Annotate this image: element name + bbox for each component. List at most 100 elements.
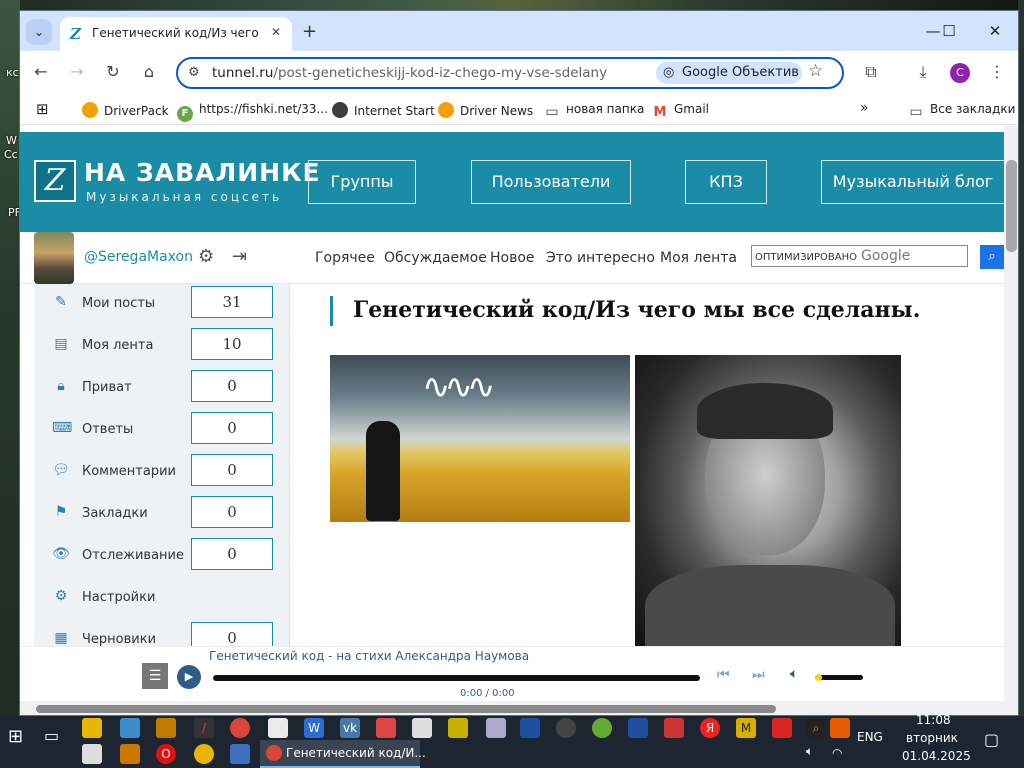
sidebar-item-count[interactable]: 0 (191, 496, 273, 528)
bookmark-driver-news[interactable]: Driver News (438, 102, 533, 118)
yandex-icon[interactable]: Я (700, 718, 720, 738)
profile-avatar[interactable]: C (950, 63, 970, 83)
post-image-portrait[interactable] (635, 355, 901, 647)
tab-active[interactable]: Z Генетический код/Из чего мы все сделан… (60, 17, 292, 51)
clock-time[interactable]: 11:08 (916, 713, 951, 727)
previous-track-icon[interactable]: ⏮ (717, 667, 730, 683)
next-track-icon[interactable]: ⏭ (752, 667, 765, 683)
app-icon[interactable] (628, 718, 648, 738)
google-lens-button[interactable]: ◎ Google Объектив (656, 62, 802, 84)
url-text[interactable]: tunnel.ru/post-geneticheskijj-kod-iz-che… (212, 65, 607, 81)
site-logo-icon[interactable]: Z (34, 160, 76, 202)
bookmark-driverpack[interactable]: DriverPack (82, 102, 169, 118)
logout-icon[interactable]: ⇥ (232, 246, 247, 267)
post-image-field-dna[interactable]: ∿∿∿ (330, 355, 630, 522)
task-view-icon[interactable]: ▭ (44, 726, 59, 745)
clock-date[interactable]: 01.04.2025 (902, 749, 971, 763)
windows-start-icon[interactable]: ⊞ (8, 726, 23, 747)
subnav-hot[interactable]: Горячее (315, 250, 375, 266)
downloads-icon[interactable]: ⤓ (912, 61, 934, 83)
sidebar-item-tracking[interactable]: 👁︎ Отслеживание 0 (34, 536, 290, 578)
desktop-icon-label-fragment[interactable]: Cc (4, 148, 18, 161)
app-icon[interactable] (82, 744, 102, 764)
bookmark-fishki[interactable]: Fhttps://fishki.net/33... (177, 102, 328, 122)
sidebar-item-bookmarks[interactable]: ⚑ Закладки 0 (34, 494, 290, 536)
subnav-interesting[interactable]: Это интересно (546, 250, 655, 266)
horizontal-scroll-thumb[interactable] (36, 705, 776, 713)
site-info-icon[interactable]: ⚙ (188, 65, 200, 80)
app-icon[interactable] (556, 718, 576, 738)
sidebar-item-comments[interactable]: 💬︎ Комментарии 0 (34, 452, 290, 494)
winrar-icon[interactable] (376, 718, 396, 738)
language-indicator[interactable]: ENG (857, 730, 883, 744)
bookmark-internet-start[interactable]: Internet Start (332, 102, 435, 118)
notifications-icon[interactable]: ▢ (984, 730, 999, 749)
app-icon[interactable] (230, 744, 250, 764)
tab-search-button[interactable]: ⌄ (26, 19, 52, 45)
search-button[interactable]: ⌕ (980, 245, 1004, 269)
taskbar-active-window[interactable]: Генетический код/И... (260, 740, 426, 768)
play-button[interactable]: ▶ (177, 665, 201, 689)
app-icon[interactable] (664, 718, 684, 738)
settings-gear-icon[interactable]: ⚙ (198, 246, 214, 267)
progress-bar[interactable] (213, 675, 700, 681)
more-bookmarks-icon[interactable]: » (860, 100, 869, 116)
extensions-icon[interactable]: ⧉ (860, 61, 882, 83)
subnav-my-feed[interactable]: Моя лента (660, 250, 737, 266)
sidebar-item-private[interactable]: 🔒︎ Приват 0 (34, 368, 290, 410)
all-bookmarks[interactable]: ▭ Все закладки (908, 102, 1015, 120)
more-menu-icon[interactable]: ⋮ (986, 61, 1008, 83)
computer-icon[interactable] (120, 718, 140, 738)
subnav-discussed[interactable]: Обсуждаемое (384, 250, 487, 266)
site-logo-title[interactable]: НА ЗАВАЛИНКЕ (84, 158, 321, 187)
sidebar-item-count[interactable]: 0 (191, 538, 273, 570)
site-search-input[interactable]: ОПТИМИЗИРОВАНО Google (751, 245, 968, 267)
vk-icon[interactable]: vk (340, 718, 360, 738)
app-icon[interactable] (592, 718, 612, 738)
sidebar-item-count[interactable]: 10 (191, 328, 273, 360)
app-icon[interactable]: / (194, 718, 214, 738)
playlist-menu-button[interactable]: ☰ (142, 663, 168, 689)
sidebar-item-my-posts[interactable]: ✎ Мои посты 31 (34, 284, 290, 326)
chrome-icon[interactable] (230, 718, 250, 738)
back-icon[interactable]: ← (30, 61, 52, 83)
address-bar[interactable]: ⚙ tunnel.ru/post-geneticheskijj-kod-iz-c… (176, 57, 844, 89)
maximize-icon[interactable]: ☐ (934, 19, 964, 43)
volume-icon[interactable]: 🔈︎ (790, 666, 798, 682)
vertical-scroll-thumb[interactable] (1006, 160, 1017, 252)
sidebar-item-replies[interactable]: ⌨ Ответы 0 (34, 410, 290, 452)
sidebar-item-settings[interactable]: ⚙ Настройки (34, 578, 290, 620)
search-app-icon[interactable]: ⌕ (806, 718, 826, 738)
sidebar-item-count[interactable]: 0 (191, 454, 273, 486)
bookmark-gmail[interactable]: M Gmail (652, 102, 709, 121)
home-icon[interactable]: ⌂ (138, 61, 160, 83)
app-icon[interactable] (194, 744, 214, 764)
user-avatar[interactable] (34, 232, 74, 284)
nav-kpz[interactable]: КПЗ (685, 160, 767, 204)
app-icon[interactable] (830, 718, 850, 738)
desktop-icon-label-fragment[interactable]: W (6, 134, 17, 147)
volume-slider[interactable] (815, 675, 863, 680)
opera-icon[interactable]: O (156, 744, 176, 764)
app-icon[interactable] (486, 718, 506, 738)
close-tab-icon[interactable]: ✕ (268, 25, 284, 41)
sidebar-item-count[interactable]: 31 (191, 286, 273, 318)
clock-day[interactable]: вторник (906, 731, 958, 745)
nav-music-blog[interactable]: Музыкальный блог (821, 160, 1005, 204)
desktop-icon-label-fragment[interactable]: кс (6, 66, 19, 79)
sidebar-item-my-feed[interactable]: ▤ Моя лента 10 (34, 326, 290, 368)
reload-icon[interactable]: ↻ (102, 61, 124, 83)
app-icon[interactable] (156, 718, 176, 738)
apps-grid-icon[interactable]: ⊞ (36, 100, 49, 118)
new-tab-icon[interactable]: + (302, 21, 322, 42)
app-icon[interactable] (120, 744, 140, 764)
close-window-icon[interactable]: ✕ (980, 19, 1010, 43)
username-link[interactable]: @SeregaMaxon (84, 249, 193, 265)
notepad-icon[interactable] (268, 718, 288, 738)
bookmark-folder-new[interactable]: ▭ новая папка (544, 102, 644, 120)
wifi-tray-icon[interactable]: ◠ (832, 746, 842, 760)
volume-tray-icon[interactable]: 🔈︎ (806, 744, 813, 759)
word-icon[interactable]: W (304, 718, 324, 738)
bookmark-star-icon[interactable]: ☆ (808, 61, 823, 81)
nav-users[interactable]: Пользователи (471, 160, 631, 204)
